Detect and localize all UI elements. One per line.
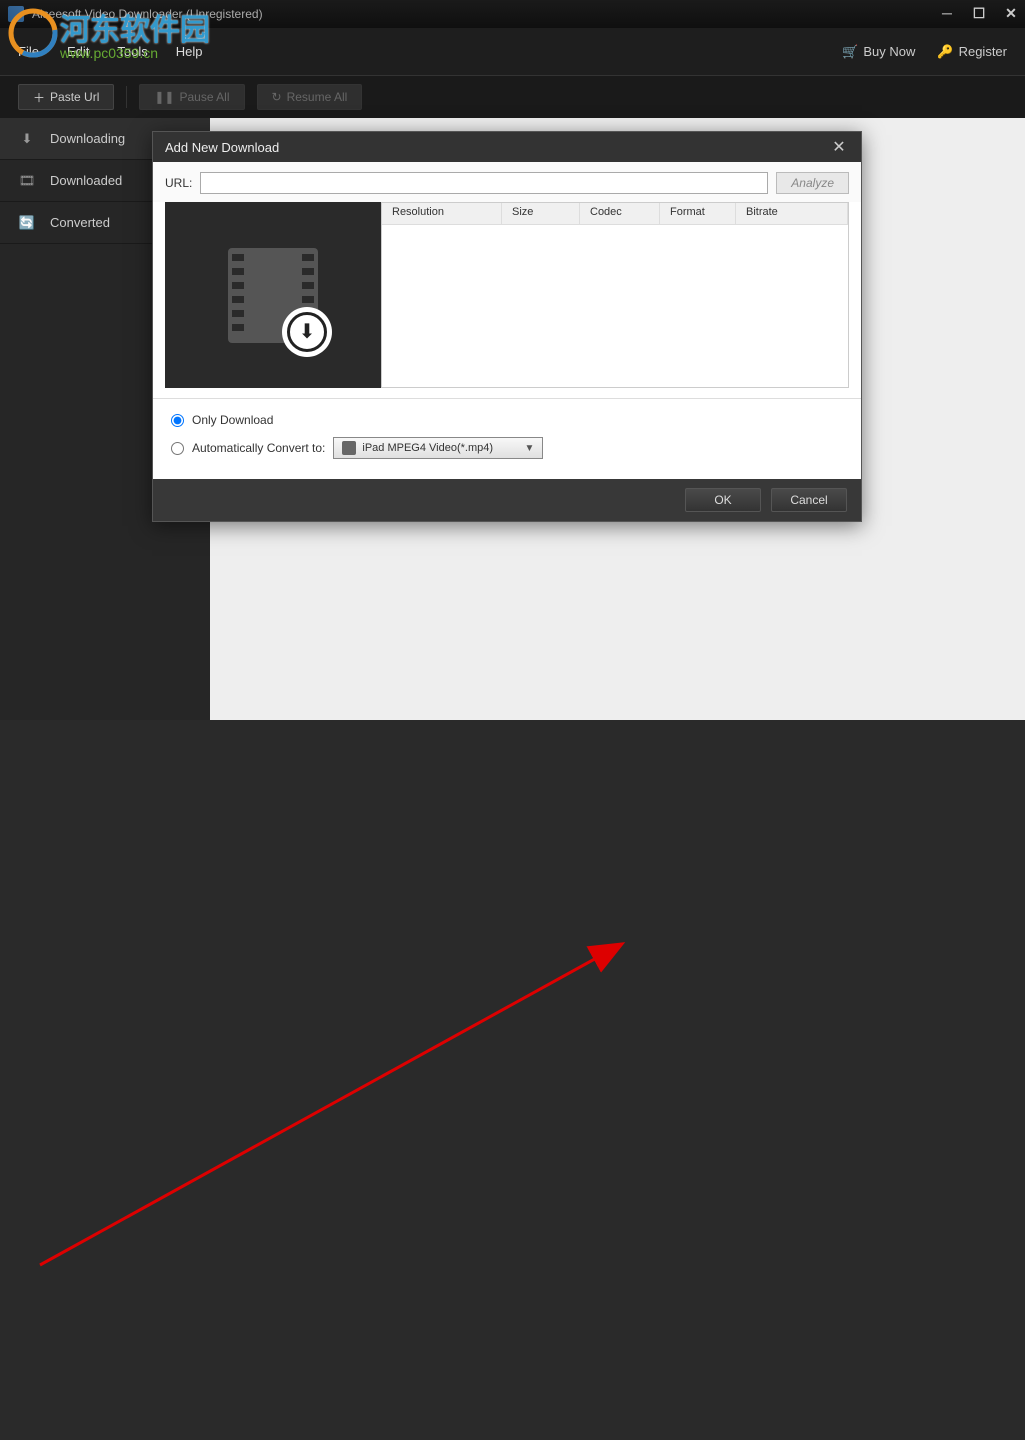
only-download-radio[interactable] xyxy=(171,414,184,427)
pause-icon: ❚❚ xyxy=(154,90,174,104)
pause-all-button[interactable]: ❚❚ Pause All xyxy=(139,84,244,110)
sidebar-item-label: Downloading xyxy=(50,131,125,146)
resume-all-label: Resume All xyxy=(287,90,348,104)
film-download-icon: ⬇ xyxy=(228,248,318,343)
paste-url-button[interactable]: ＋ Paste Url xyxy=(18,84,114,110)
menu-help[interactable]: Help xyxy=(176,44,203,59)
col-size: Size xyxy=(502,203,580,224)
url-row: URL: Analyze xyxy=(153,162,861,202)
register-label: Register xyxy=(959,44,1007,59)
url-input[interactable] xyxy=(200,172,768,194)
table-header: Resolution Size Codec Format Bitrate xyxy=(382,203,848,225)
auto-convert-radio[interactable] xyxy=(171,442,184,455)
ok-button[interactable]: OK xyxy=(685,488,761,512)
col-resolution: Resolution xyxy=(382,203,502,224)
dialog-titlebar: Add New Download ✕ xyxy=(153,132,861,162)
toolbar: ＋ Paste Url ❚❚ Pause All ↻ Resume All xyxy=(0,76,1025,118)
analyze-button[interactable]: Analyze xyxy=(776,172,849,194)
auto-convert-label: Automatically Convert to: xyxy=(192,441,325,455)
chevron-down-icon: ▼ xyxy=(524,443,534,454)
formats-table: Resolution Size Codec Format Bitrate xyxy=(381,202,849,388)
dialog-footer: OK Cancel xyxy=(153,479,861,521)
sidebar-item-label: Converted xyxy=(50,215,110,230)
preview-row: ⬇ Resolution Size Codec Format Bitrate xyxy=(153,202,861,388)
sidebar-item-label: Downloaded xyxy=(50,173,122,188)
device-icon xyxy=(342,441,356,455)
menu-edit[interactable]: Edit xyxy=(67,44,89,59)
video-preview-placeholder: ⬇ xyxy=(165,202,381,388)
convert-format-label: iPad MPEG4 Video(*.mp4) xyxy=(362,442,493,454)
cart-icon: 🛒 xyxy=(842,44,858,60)
plus-icon: ＋ xyxy=(33,89,45,106)
minimize-button[interactable]: ─ xyxy=(937,3,957,23)
titlebar: Aiseesoft Video Downloader (Unregistered… xyxy=(0,0,1025,28)
buy-now-label: Buy Now xyxy=(863,44,915,59)
auto-convert-option[interactable]: Automatically Convert to: iPad MPEG4 Vid… xyxy=(171,437,843,459)
resume-all-button[interactable]: ↻ Resume All xyxy=(257,84,363,110)
menu-tools[interactable]: Tools xyxy=(117,44,147,59)
cancel-button[interactable]: Cancel xyxy=(771,488,847,512)
pause-all-label: Pause All xyxy=(179,90,229,104)
key-icon: 🔑 xyxy=(937,44,953,60)
download-icon: ⬇ xyxy=(18,130,36,148)
dialog-title-text: Add New Download xyxy=(165,140,279,155)
annotation-arrow xyxy=(0,720,1025,1440)
dialog-close-button[interactable]: ✕ xyxy=(829,137,849,157)
close-button[interactable]: ✕ xyxy=(1001,3,1021,23)
col-bitrate: Bitrate xyxy=(736,203,848,224)
only-download-option[interactable]: Only Download xyxy=(171,413,843,427)
maximize-button[interactable]: ☐ xyxy=(969,3,989,23)
buy-now-button[interactable]: 🛒 Buy Now xyxy=(842,44,915,60)
convert-icon: 🔄 xyxy=(18,214,36,232)
window-title: Aiseesoft Video Downloader (Unregistered… xyxy=(32,7,263,21)
menubar: File Edit Tools Help 🛒 Buy Now 🔑 Registe… xyxy=(0,28,1025,76)
only-download-label: Only Download xyxy=(192,413,273,427)
col-format: Format xyxy=(660,203,736,224)
menu-file[interactable]: File xyxy=(18,44,39,59)
paste-url-label: Paste Url xyxy=(50,90,99,104)
app-icon xyxy=(8,6,24,22)
url-label: URL: xyxy=(165,176,192,190)
video-file-icon: 🎞 xyxy=(18,172,36,190)
add-download-dialog: Add New Download ✕ URL: Analyze ⬇ Resolu… xyxy=(152,131,862,522)
refresh-icon: ↻ xyxy=(272,90,282,104)
convert-format-select[interactable]: iPad MPEG4 Video(*.mp4) ▼ xyxy=(333,437,543,459)
options-row: Only Download Automatically Convert to: … xyxy=(153,398,861,479)
register-button[interactable]: 🔑 Register xyxy=(937,44,1007,60)
col-codec: Codec xyxy=(580,203,660,224)
toolbar-separator xyxy=(126,86,127,108)
